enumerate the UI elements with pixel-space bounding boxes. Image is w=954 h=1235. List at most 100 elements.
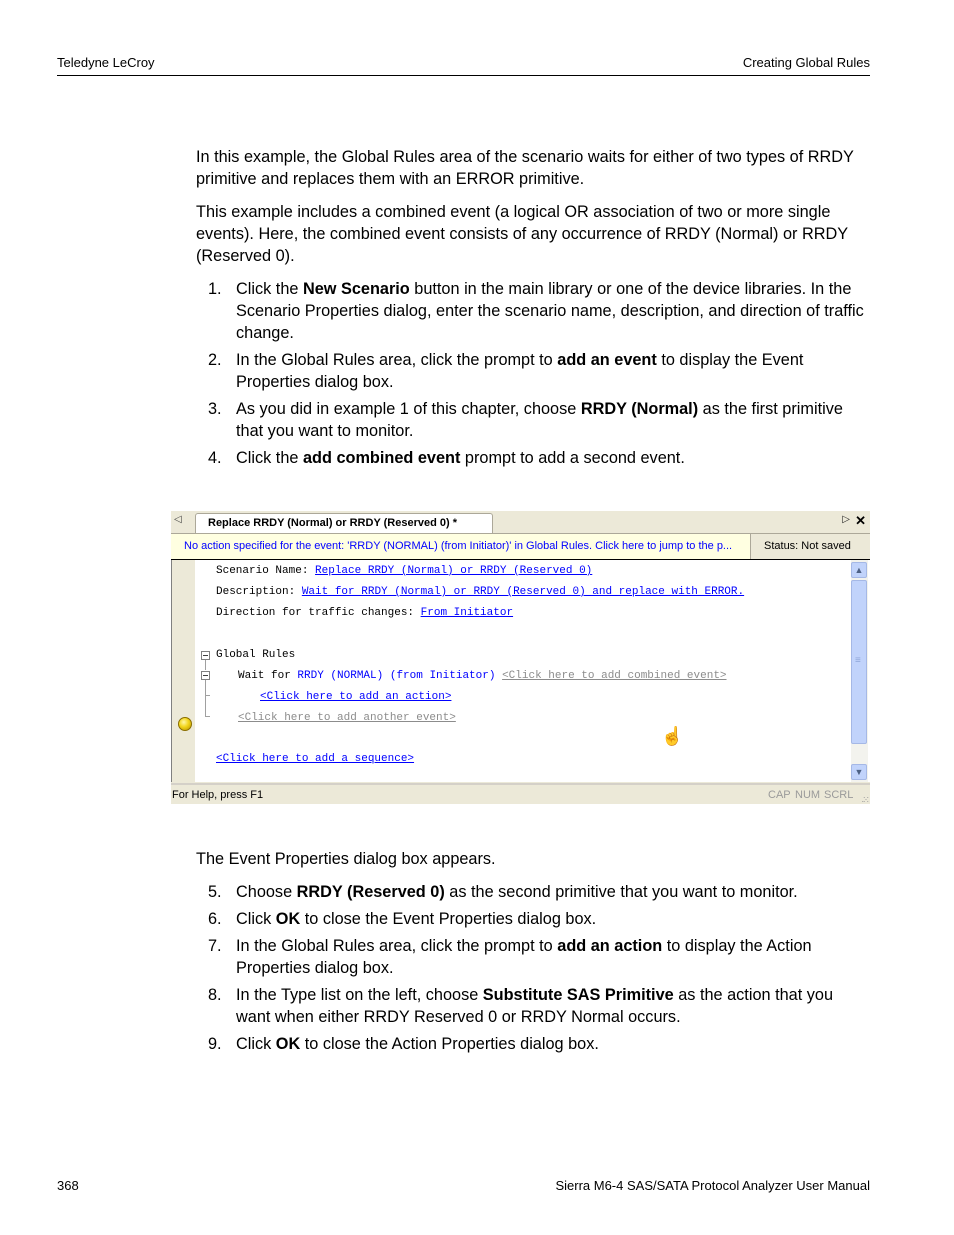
manual-title: Sierra M6-4 SAS/SATA Protocol Analyzer U… xyxy=(555,1178,870,1193)
scenario-name-label: Scenario Name: xyxy=(216,565,316,577)
after-figure-paragraph: The Event Properties dialog box appears. xyxy=(196,850,496,868)
step-number: 6. xyxy=(208,910,222,928)
step-emphasis: OK xyxy=(275,910,301,928)
tab-bar: ◁ Replace RRDY (Normal) or RRDY (Reserve… xyxy=(171,511,870,534)
tree-line xyxy=(205,716,210,717)
scroll-up-icon[interactable]: ▲ xyxy=(851,562,867,578)
step-item: 5. Choose RRDY (Reserved 0) as the second… xyxy=(196,881,868,903)
step-item: 1. Click the New Scenario button in the m… xyxy=(196,278,868,344)
tab-scenario[interactable]: Replace RRDY (Normal) or RRDY (Reserved … xyxy=(195,513,493,533)
step-number: 2. xyxy=(208,351,222,369)
step-number: 9. xyxy=(208,1035,222,1053)
resize-grip-icon[interactable]: .:·: xyxy=(862,789,869,809)
step-item: 8. In the Type list on the left, choose S… xyxy=(196,984,868,1028)
save-status: Status: Not saved xyxy=(752,534,870,559)
step-text: to close the Event Properties dialog box… xyxy=(300,910,597,928)
warning-bulb-icon xyxy=(178,717,192,731)
direction-line: Direction for traffic changes: From Init… xyxy=(216,606,513,620)
step-number: 5. xyxy=(208,883,222,901)
tree-line xyxy=(205,695,210,696)
tree-line xyxy=(205,660,206,670)
editor-gutter xyxy=(172,560,195,782)
step-text: to close the Action Properties dialog bo… xyxy=(300,1035,599,1053)
step-text: prompt to add a second event. xyxy=(460,449,685,467)
description-line: Description: Wait for RRDY (Normal) or R… xyxy=(216,585,744,599)
step-item: 6. Click OK to close the Event Properties… xyxy=(196,908,868,930)
step-emphasis: add combined event xyxy=(302,449,461,467)
step-number: 3. xyxy=(208,400,222,418)
step-text: As you did in example 1 of this chapter,… xyxy=(236,400,581,418)
intro-paragraph-1: In this example, the Global Rules area o… xyxy=(196,148,854,188)
step-emphasis: add an action xyxy=(557,937,663,955)
direction-label: Direction for traffic changes: xyxy=(216,607,421,619)
caps-lock-indicator: CAP xyxy=(768,789,791,801)
close-icon[interactable]: ✕ xyxy=(855,513,866,529)
after-figure-section: The Event Properties dialog box appears.… xyxy=(196,848,868,1060)
scenario-name-link[interactable]: Replace RRDY (Normal) or RRDY (Reserved … xyxy=(315,565,592,577)
step-number: 7. xyxy=(208,937,222,955)
direction-link[interactable]: From Initiator xyxy=(421,607,513,619)
step-emphasis: Substitute SAS Primitive xyxy=(482,986,674,1004)
step-emphasis: RRDY (Normal) xyxy=(580,400,699,418)
step-text: In the Global Rules area, click the prom… xyxy=(236,937,558,955)
description-link[interactable]: Wait for RRDY (Normal) or RRDY (Reserved… xyxy=(302,586,744,598)
num-lock-indicator: NUM xyxy=(795,789,821,801)
tree-line xyxy=(205,680,206,716)
scrollbar-thumb[interactable] xyxy=(851,580,867,744)
intro-section: In this example, the Global Rules area o… xyxy=(196,146,868,474)
description-label: Description: xyxy=(216,586,302,598)
step-emphasis: RRDY (Reserved 0) xyxy=(296,883,445,901)
add-action-link[interactable]: <Click here to add an action> xyxy=(260,691,451,703)
step-number: 4. xyxy=(208,449,222,467)
scenario-editor: Scenario Name: Replace RRDY (Normal) or … xyxy=(171,560,871,782)
scroll-lock-indicator: SCRL xyxy=(824,789,854,801)
step-text: Click xyxy=(236,910,276,928)
event-primitive-link[interactable]: RRDY (NORMAL) (from Initiator) xyxy=(297,670,495,682)
step-item: 7. In the Global Rules area, click the pr… xyxy=(196,935,868,979)
scroll-down-icon[interactable]: ▼ xyxy=(851,764,867,780)
add-another-event-line: <Click here to add another event> xyxy=(238,711,456,725)
scroll-tabs-left-icon[interactable]: ◁ xyxy=(174,514,182,525)
step-emphasis: New Scenario xyxy=(302,280,410,298)
step-number: 1. xyxy=(208,280,222,298)
collapse-global-rules-icon[interactable] xyxy=(201,651,210,660)
scroll-tabs-right-icon[interactable]: ▷ xyxy=(842,514,850,525)
step-item: 9. Click OK to close the Action Propertie… xyxy=(196,1033,868,1055)
wait-for-label: Wait for xyxy=(238,670,298,682)
step-emphasis: OK xyxy=(275,1035,301,1053)
warning-message-link[interactable]: No action specified for the event: 'RRDY… xyxy=(171,534,751,559)
add-sequence-line: <Click here to add a sequence> xyxy=(216,752,414,766)
step-item: 3. As you did in example 1 of this chapte… xyxy=(196,398,868,442)
add-combined-event-link[interactable]: <Click here to add combined event> xyxy=(502,670,726,682)
help-hint: For Help, press F1 xyxy=(172,789,264,801)
add-action-line: <Click here to add an action> xyxy=(260,690,451,704)
page-number: 368 xyxy=(57,1178,79,1193)
step-text: In the Type list on the left, choose xyxy=(236,986,483,1004)
step-emphasis: add an event xyxy=(557,351,657,369)
vertical-scrollbar[interactable]: ▲ ▼ xyxy=(851,560,868,782)
info-bar: No action specified for the event: 'RRDY… xyxy=(171,534,870,560)
intro-paragraph-2: This example includes a combined event (… xyxy=(196,203,848,265)
section-title: Creating Global Rules xyxy=(742,55,870,70)
step-text: Choose xyxy=(236,883,297,901)
step-text: Click the xyxy=(236,280,303,298)
scenario-editor-window: ◁ Replace RRDY (Normal) or RRDY (Reserve… xyxy=(171,511,871,804)
running-header: Teledyne LeCroy Creating Global Rules xyxy=(57,53,870,76)
step-text: Click the xyxy=(236,449,303,467)
status-bar: For Help, press F1 CAP NUM SCRL .:·: xyxy=(171,783,870,804)
step-item: 4. Click the add combined event prompt to… xyxy=(196,447,868,469)
collapse-event-icon[interactable] xyxy=(201,671,210,680)
step-text: Click xyxy=(236,1035,276,1053)
company-name: Teledyne LeCroy xyxy=(57,55,155,70)
scenario-name-line: Scenario Name: Replace RRDY (Normal) or … xyxy=(216,564,592,578)
hand-pointer-icon: ☝ xyxy=(661,726,684,746)
global-rules-heading: Global Rules xyxy=(216,649,296,661)
step-text: as the second primitive that you want to… xyxy=(444,883,798,901)
add-another-event-link[interactable]: <Click here to add another event> xyxy=(238,712,456,724)
step-text: In the Global Rules area, click the prom… xyxy=(236,351,558,369)
wait-for-line: Wait for RRDY (NORMAL) (from Initiator) … xyxy=(238,669,727,683)
step-number: 8. xyxy=(208,986,222,1004)
add-sequence-link[interactable]: <Click here to add a sequence> xyxy=(216,753,414,765)
steps-list-b: 5. Choose RRDY (Reserved 0) as the second… xyxy=(196,881,868,1055)
step-item: 2. In the Global Rules area, click the pr… xyxy=(196,349,868,393)
